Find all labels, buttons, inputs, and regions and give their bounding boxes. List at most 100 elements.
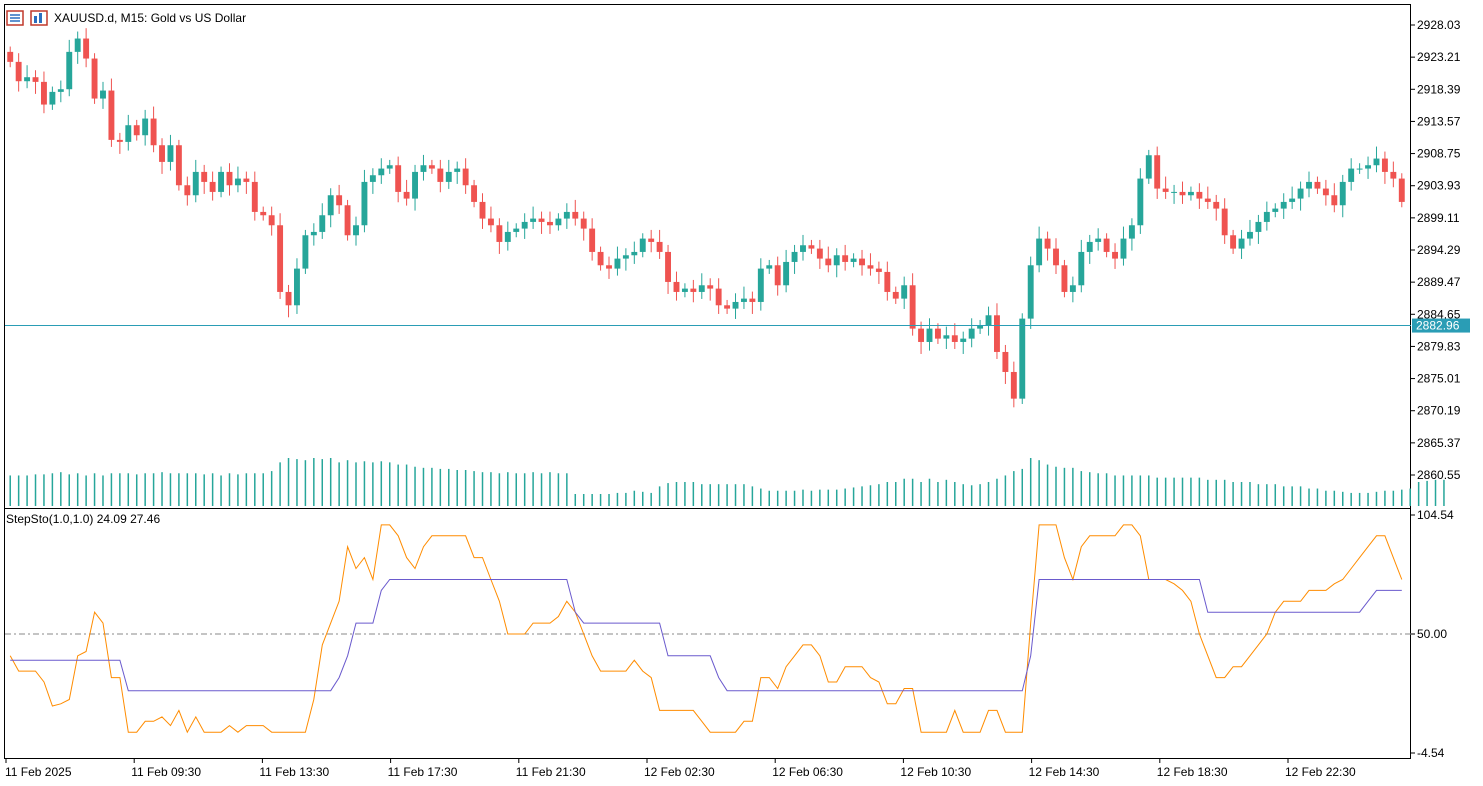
candle-body <box>681 288 688 292</box>
candle-body <box>1196 191 1203 199</box>
candle-body <box>319 215 326 232</box>
time-tick-label: 11 Feb 09:30 <box>131 765 201 779</box>
candle-body <box>1230 235 1237 249</box>
candle-body <box>673 281 680 292</box>
candle-body <box>1069 285 1076 292</box>
candle-body <box>1398 178 1405 202</box>
candle-body <box>1289 198 1296 202</box>
candle-body <box>1103 238 1110 252</box>
candle-body <box>732 301 739 309</box>
candle-body <box>1339 181 1346 206</box>
candle-body <box>1247 231 1253 239</box>
candle-body <box>614 258 621 269</box>
candle-body <box>479 201 486 219</box>
candle-body <box>892 291 899 299</box>
candle-body <box>833 255 840 266</box>
indicator-axis[interactable]: 104.54 50.00 -4.54 <box>1411 508 1454 760</box>
candle-body <box>192 171 199 196</box>
candle-body <box>800 245 806 252</box>
candle-body <box>1373 158 1380 166</box>
candle-body <box>918 328 925 342</box>
candle-body <box>513 228 520 232</box>
candle-body <box>403 191 410 199</box>
candle-body <box>344 205 351 236</box>
candle-body <box>606 265 612 269</box>
trade-panel-icon[interactable] <box>6 10 24 26</box>
price-axis[interactable]: 2928.03 2923.21 2918.39 2913.57 2908.75 2903.… <box>1411 18 1461 482</box>
candle-body <box>142 118 149 136</box>
candle-body <box>639 238 646 252</box>
candle-body <box>656 241 663 252</box>
candle-body <box>420 165 427 172</box>
candle-body <box>521 221 528 229</box>
candle-body <box>1061 265 1068 292</box>
price-tick-label: 2860.55 <box>1417 468 1461 482</box>
time-tick-label: 12 Feb 10:30 <box>900 765 971 779</box>
time-tick-label: 12 Feb 14:30 <box>1029 765 1100 779</box>
price-tick-label: 2923.21 <box>1417 50 1461 64</box>
candle-body <box>32 77 39 82</box>
price-tick-label: 2903.93 <box>1417 179 1461 193</box>
candle-body <box>260 211 267 216</box>
current-price-line: 2882.96 <box>5 318 1470 333</box>
candle-body <box>825 258 832 266</box>
stepsto-slow-line <box>10 579 1402 692</box>
candle-body <box>572 211 579 219</box>
time-tick-label: 11 Feb 17:30 <box>388 765 458 779</box>
candle-body <box>1053 248 1059 266</box>
candle-body <box>850 258 857 262</box>
candle-body <box>1213 201 1220 209</box>
candle-body <box>294 268 300 306</box>
candle-body <box>7 51 14 62</box>
candle-body <box>1314 181 1321 189</box>
candlesticks <box>7 28 1405 408</box>
candle-body <box>395 165 402 192</box>
candle-body <box>690 288 697 292</box>
price-chart[interactable]: 2928.03 2923.21 2918.39 2913.57 2908.75 2903.… <box>0 0 1483 786</box>
candle-body <box>285 291 292 306</box>
candle-body <box>487 218 494 226</box>
candle-body <box>1120 238 1127 259</box>
chart-title-bar: XAUUSD.d, M15: Gold vs US Dollar <box>6 9 246 27</box>
candle-body <box>951 335 958 342</box>
candle-body <box>538 218 545 222</box>
candle-body <box>41 81 47 105</box>
candle-body <box>1272 208 1279 212</box>
time-tick-label: 12 Feb 22:30 <box>1285 765 1356 779</box>
price-tick-label: 2875.01 <box>1417 372 1461 386</box>
candle-body <box>563 211 570 219</box>
candle-body <box>1331 195 1338 206</box>
candle-body <box>1263 211 1270 222</box>
candle-body <box>100 90 106 99</box>
candle-body <box>816 248 823 259</box>
candle-body <box>783 261 790 286</box>
candle-body <box>994 315 1000 352</box>
indicator-title: StepSto(1.0,1.0) 24.09 27.46 <box>6 512 161 526</box>
candle-body <box>209 181 216 192</box>
candle-body <box>791 251 798 262</box>
price-tick-label: 2865.37 <box>1417 436 1461 450</box>
candle-body <box>698 285 705 292</box>
candle-body <box>724 305 731 309</box>
candle-body <box>968 328 975 339</box>
time-tick-label: 11 Feb 2025 <box>5 765 72 779</box>
stepsto-indicator <box>5 524 1411 734</box>
candle-body <box>353 225 359 236</box>
candle-body <box>1128 225 1135 239</box>
candle-body <box>707 285 714 289</box>
candle-body <box>251 181 258 212</box>
price-tick-label: 2899.11 <box>1417 211 1460 225</box>
candle-body <box>1204 198 1211 202</box>
chart-settings-icon[interactable] <box>30 10 48 26</box>
price-tick-label: 2889.47 <box>1417 275 1461 289</box>
candle-body <box>412 171 418 199</box>
candle-body <box>437 168 444 182</box>
candle-body <box>589 228 596 252</box>
candle-body <box>234 178 241 186</box>
current-price-label: 2882.96 <box>1416 319 1460 333</box>
candle-body <box>336 195 343 206</box>
time-axis[interactable]: 11 Feb 2025 11 Feb 09:30 11 Feb 13:30 11 Fe… <box>5 759 1356 779</box>
candle-body <box>1162 188 1169 192</box>
candle-body <box>1036 238 1043 266</box>
candle-body <box>125 125 132 142</box>
